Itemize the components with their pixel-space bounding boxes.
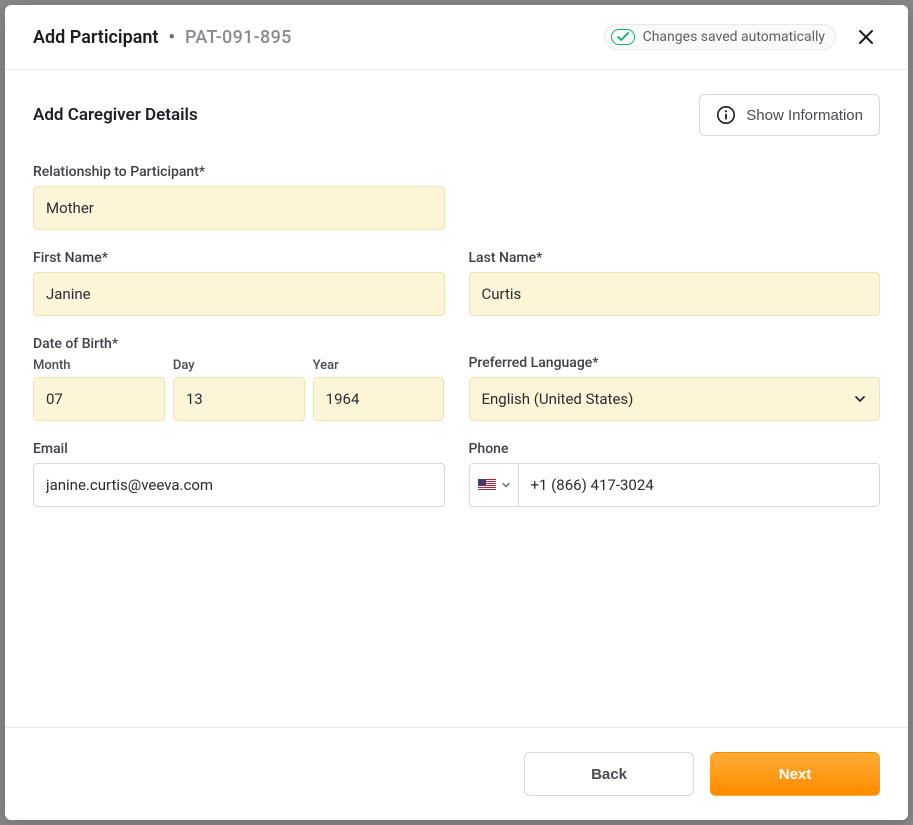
close-icon (858, 29, 874, 45)
us-flag-icon (478, 479, 496, 491)
modal-title: Add Participant (33, 27, 158, 48)
phone-input[interactable] (519, 464, 880, 506)
first-name-input[interactable] (33, 272, 445, 316)
phone-country-select[interactable] (470, 464, 519, 506)
relationship-input[interactable] (33, 186, 445, 230)
add-participant-modal: Add Participant • PAT-091-895 Changes sa… (5, 5, 908, 820)
language-label: Preferred Language* (469, 355, 881, 371)
language-value: English (United States) (482, 390, 634, 408)
autosave-badge: Changes saved automatically (604, 24, 836, 50)
last-name-input[interactable] (469, 272, 881, 316)
close-button[interactable] (852, 23, 880, 51)
first-name-label: First Name* (33, 250, 445, 266)
modal-footer: Back Next (5, 727, 908, 820)
section-title: Add Caregiver Details (33, 105, 198, 125)
show-information-label: Show Information (746, 107, 863, 124)
relationship-label: Relationship to Participant* (33, 164, 445, 180)
dob-day-input[interactable] (173, 377, 305, 421)
dob-day-label: Day (173, 358, 305, 373)
dob-year-label: Year (313, 358, 445, 373)
modal-body: Add Caregiver Details Show Information R… (5, 70, 908, 727)
phone-input-wrap (469, 463, 881, 507)
separator-dot: • (168, 27, 174, 48)
dob-label: Date of Birth* (33, 336, 445, 352)
dob-year-input[interactable] (313, 377, 445, 421)
info-icon (716, 105, 736, 125)
language-select[interactable]: English (United States) (469, 377, 881, 421)
back-button[interactable]: Back (524, 752, 694, 796)
dob-month-label: Month (33, 358, 165, 373)
next-button[interactable]: Next (710, 752, 880, 796)
chevron-down-icon (853, 392, 867, 406)
last-name-label: Last Name* (469, 250, 881, 266)
email-input[interactable] (33, 463, 445, 507)
email-label: Email (33, 441, 445, 457)
modal-header: Add Participant • PAT-091-895 Changes sa… (5, 5, 908, 70)
autosave-text: Changes saved automatically (643, 29, 825, 45)
dob-month-input[interactable] (33, 377, 165, 421)
chevron-down-icon (502, 481, 510, 489)
show-information-button[interactable]: Show Information (699, 94, 880, 136)
phone-label: Phone (469, 441, 881, 457)
check-icon (611, 29, 635, 45)
patient-id: PAT-091-895 (185, 27, 292, 48)
